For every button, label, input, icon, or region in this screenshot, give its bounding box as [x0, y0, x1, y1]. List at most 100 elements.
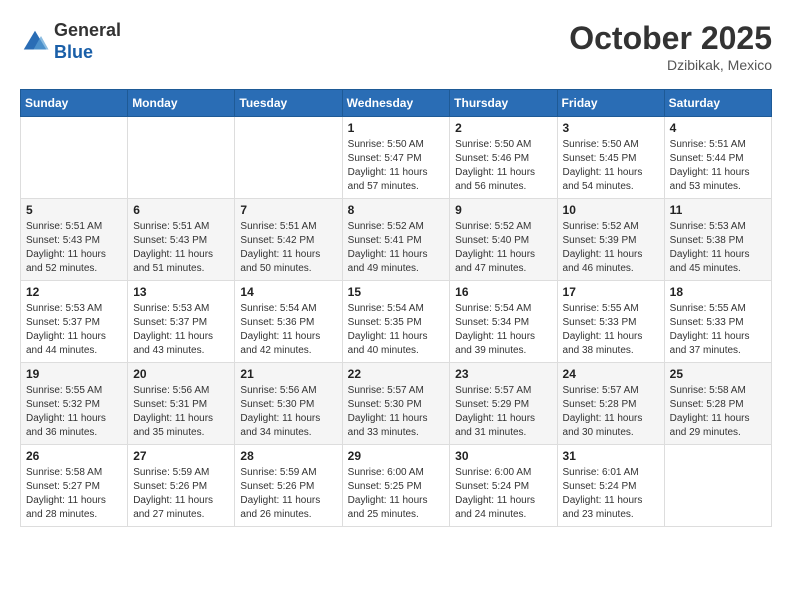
- logo: General Blue: [20, 20, 121, 63]
- day-number: 9: [455, 203, 551, 217]
- day-number: 13: [133, 285, 229, 299]
- day-info: Sunrise: 5:54 AM Sunset: 5:36 PM Dayligh…: [240, 302, 336, 358]
- day-number: 20: [133, 367, 229, 381]
- week-row-1: 1 Sunrise: 5:50 AM Sunset: 5:47 PM Daylig…: [21, 117, 772, 199]
- logo-text: General Blue: [54, 20, 121, 63]
- day-info: Sunrise: 5:53 AM Sunset: 5:38 PM Dayligh…: [670, 220, 766, 276]
- day-info: Sunrise: 5:50 AM Sunset: 5:47 PM Dayligh…: [348, 138, 445, 194]
- day-info: Sunrise: 5:51 AM Sunset: 5:44 PM Dayligh…: [670, 138, 766, 194]
- day-number: 24: [563, 367, 659, 381]
- calendar-cell: 6 Sunrise: 5:51 AM Sunset: 5:43 PM Daylig…: [128, 199, 235, 281]
- day-info: Sunrise: 5:54 AM Sunset: 5:34 PM Dayligh…: [455, 302, 551, 358]
- day-info: Sunrise: 5:55 AM Sunset: 5:32 PM Dayligh…: [26, 384, 122, 440]
- calendar-cell: 2Sunrise: 5:50 AM Sunset: 5:46 PM Daylig…: [450, 117, 557, 199]
- calendar-cell: 31 Sunrise: 6:01 AM Sunset: 5:24 PM Dayli…: [557, 445, 664, 527]
- day-number: 27: [133, 449, 229, 463]
- day-info: Sunrise: 5:50 AM Sunset: 5:45 PM Dayligh…: [563, 138, 659, 194]
- day-number: 10: [563, 203, 659, 217]
- calendar-cell: 27 Sunrise: 5:59 AM Sunset: 5:26 PM Dayli…: [128, 445, 235, 527]
- calendar-cell: 23Sunrise: 5:57 AM Sunset: 5:29 PM Dayli…: [450, 363, 557, 445]
- weekday-header-thursday: Thursday: [450, 90, 557, 117]
- day-info: Sunrise: 5:59 AM Sunset: 5:26 PM Dayligh…: [240, 466, 336, 522]
- calendar-cell: 29Sunrise: 6:00 AM Sunset: 5:25 PM Dayli…: [342, 445, 450, 527]
- weekday-header-tuesday: Tuesday: [235, 90, 342, 117]
- calendar-cell: 21 Sunrise: 5:56 AM Sunset: 5:30 PM Dayli…: [235, 363, 342, 445]
- weekday-header-sunday: Sunday: [21, 90, 128, 117]
- day-number: 22: [348, 367, 445, 381]
- day-number: 11: [670, 203, 766, 217]
- week-row-5: 26 Sunrise: 5:58 AM Sunset: 5:27 PM Dayli…: [21, 445, 772, 527]
- logo-icon: [20, 27, 50, 57]
- day-info: Sunrise: 5:51 AM Sunset: 5:43 PM Dayligh…: [26, 220, 122, 276]
- calendar-cell: 24 Sunrise: 5:57 AM Sunset: 5:28 PM Dayli…: [557, 363, 664, 445]
- day-number: 7: [240, 203, 336, 217]
- calendar-cell: 5 Sunrise: 5:51 AM Sunset: 5:43 PM Daylig…: [21, 199, 128, 281]
- week-row-2: 5 Sunrise: 5:51 AM Sunset: 5:43 PM Daylig…: [21, 199, 772, 281]
- day-info: Sunrise: 6:00 AM Sunset: 5:25 PM Dayligh…: [348, 466, 445, 522]
- day-number: 28: [240, 449, 336, 463]
- day-info: Sunrise: 5:58 AM Sunset: 5:27 PM Dayligh…: [26, 466, 122, 522]
- weekday-header-row: SundayMondayTuesdayWednesdayThursdayFrid…: [21, 90, 772, 117]
- day-info: Sunrise: 5:56 AM Sunset: 5:31 PM Dayligh…: [133, 384, 229, 440]
- calendar-cell: 10 Sunrise: 5:52 AM Sunset: 5:39 PM Dayli…: [557, 199, 664, 281]
- calendar-cell: 18 Sunrise: 5:55 AM Sunset: 5:33 PM Dayli…: [664, 281, 771, 363]
- day-number: 18: [670, 285, 766, 299]
- day-number: 23: [455, 367, 551, 381]
- calendar-cell: 11 Sunrise: 5:53 AM Sunset: 5:38 PM Dayli…: [664, 199, 771, 281]
- day-number: 30: [455, 449, 551, 463]
- day-number: 21: [240, 367, 336, 381]
- calendar-cell: [21, 117, 128, 199]
- day-number: 6: [133, 203, 229, 217]
- day-info: Sunrise: 5:53 AM Sunset: 5:37 PM Dayligh…: [26, 302, 122, 358]
- calendar-cell: 12Sunrise: 5:53 AM Sunset: 5:37 PM Dayli…: [21, 281, 128, 363]
- calendar-cell: 9 Sunrise: 5:52 AM Sunset: 5:40 PM Daylig…: [450, 199, 557, 281]
- day-info: Sunrise: 5:51 AM Sunset: 5:43 PM Dayligh…: [133, 220, 229, 276]
- day-number: 1: [348, 121, 445, 135]
- calendar-cell: 7 Sunrise: 5:51 AM Sunset: 5:42 PM Daylig…: [235, 199, 342, 281]
- day-info: Sunrise: 5:56 AM Sunset: 5:30 PM Dayligh…: [240, 384, 336, 440]
- location: Dzibikak, Mexico: [569, 57, 772, 73]
- day-info: Sunrise: 5:52 AM Sunset: 5:40 PM Dayligh…: [455, 220, 551, 276]
- day-number: 19: [26, 367, 122, 381]
- calendar-cell: 17Sunrise: 5:55 AM Sunset: 5:33 PM Dayli…: [557, 281, 664, 363]
- day-number: 3: [563, 121, 659, 135]
- calendar-cell: [664, 445, 771, 527]
- calendar-cell: [128, 117, 235, 199]
- month-title: October 2025: [569, 20, 772, 57]
- day-number: 8: [348, 203, 445, 217]
- day-number: 31: [563, 449, 659, 463]
- day-info: Sunrise: 6:01 AM Sunset: 5:24 PM Dayligh…: [563, 466, 659, 522]
- calendar-cell: 28 Sunrise: 5:59 AM Sunset: 5:26 PM Dayli…: [235, 445, 342, 527]
- day-info: Sunrise: 5:52 AM Sunset: 5:39 PM Dayligh…: [563, 220, 659, 276]
- calendar-cell: 22Sunrise: 5:57 AM Sunset: 5:30 PM Dayli…: [342, 363, 450, 445]
- day-number: 16: [455, 285, 551, 299]
- calendar-cell: 1 Sunrise: 5:50 AM Sunset: 5:47 PM Daylig…: [342, 117, 450, 199]
- calendar-cell: 20 Sunrise: 5:56 AM Sunset: 5:31 PM Dayli…: [128, 363, 235, 445]
- calendar-cell: 19 Sunrise: 5:55 AM Sunset: 5:32 PM Dayli…: [21, 363, 128, 445]
- day-info: Sunrise: 5:59 AM Sunset: 5:26 PM Dayligh…: [133, 466, 229, 522]
- day-number: 26: [26, 449, 122, 463]
- day-number: 25: [670, 367, 766, 381]
- day-info: Sunrise: 5:51 AM Sunset: 5:42 PM Dayligh…: [240, 220, 336, 276]
- day-number: 14: [240, 285, 336, 299]
- calendar-cell: 3 Sunrise: 5:50 AM Sunset: 5:45 PM Daylig…: [557, 117, 664, 199]
- calendar-cell: 16 Sunrise: 5:54 AM Sunset: 5:34 PM Dayli…: [450, 281, 557, 363]
- page-header: General Blue October 2025 Dzibikak, Mexi…: [20, 20, 772, 73]
- day-info: Sunrise: 5:54 AM Sunset: 5:35 PM Dayligh…: [348, 302, 445, 358]
- calendar-cell: 8Sunrise: 5:52 AM Sunset: 5:41 PM Daylig…: [342, 199, 450, 281]
- day-number: 17: [563, 285, 659, 299]
- day-number: 5: [26, 203, 122, 217]
- calendar-table: SundayMondayTuesdayWednesdayThursdayFrid…: [20, 89, 772, 527]
- week-row-3: 12Sunrise: 5:53 AM Sunset: 5:37 PM Dayli…: [21, 281, 772, 363]
- weekday-header-saturday: Saturday: [664, 90, 771, 117]
- day-info: Sunrise: 5:55 AM Sunset: 5:33 PM Dayligh…: [670, 302, 766, 358]
- calendar-cell: 14 Sunrise: 5:54 AM Sunset: 5:36 PM Dayli…: [235, 281, 342, 363]
- weekday-header-friday: Friday: [557, 90, 664, 117]
- week-row-4: 19 Sunrise: 5:55 AM Sunset: 5:32 PM Dayli…: [21, 363, 772, 445]
- day-info: Sunrise: 5:57 AM Sunset: 5:28 PM Dayligh…: [563, 384, 659, 440]
- day-info: Sunrise: 5:58 AM Sunset: 5:28 PM Dayligh…: [670, 384, 766, 440]
- calendar-cell: 13Sunrise: 5:53 AM Sunset: 5:37 PM Dayli…: [128, 281, 235, 363]
- calendar-cell: 26 Sunrise: 5:58 AM Sunset: 5:27 PM Dayli…: [21, 445, 128, 527]
- calendar-cell: 25 Sunrise: 5:58 AM Sunset: 5:28 PM Dayli…: [664, 363, 771, 445]
- day-number: 2: [455, 121, 551, 135]
